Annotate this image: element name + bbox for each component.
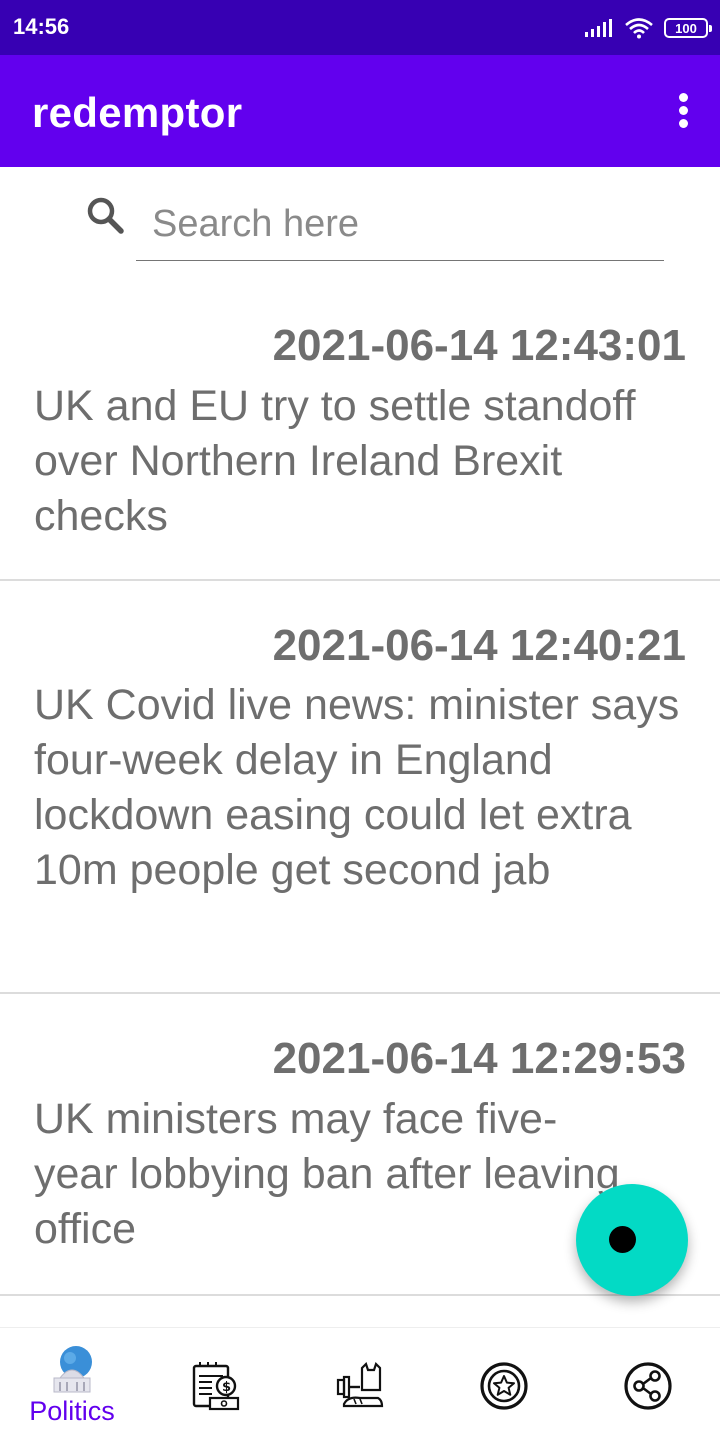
share-icon [624,1362,672,1410]
news-title: UK Covid live news: minister says four-w… [34,681,680,894]
list-item[interactable]: 2021-06-14 12:40:21 UK Covid live news: … [0,581,720,994]
nav-item-business[interactable]: $ [144,1328,288,1440]
status-bar: 14:56 100 [0,0,720,55]
nav-item-politics[interactable]: Politics [0,1328,144,1440]
news-title: UK ministers may face five-year lobbying… [34,1095,620,1253]
search-icon[interactable] [84,194,128,238]
fab-button[interactable] [576,1184,688,1296]
star-badge-icon [480,1362,528,1410]
app-bar: redemptor [0,55,720,167]
wifi-icon [625,18,653,39]
news-date: 2021-06-14 12:29:53 [272,1034,686,1083]
capitol-globe-icon [53,1346,92,1393]
nav-item-sports[interactable] [288,1328,432,1440]
business-newspaper-icon: $ [192,1362,240,1411]
battery-level: 100 [675,20,697,36]
battery-icon: 100 [664,18,712,38]
nav-item-favorites[interactable] [432,1328,576,1440]
signal-icon [585,19,612,37]
svg-text:$: $ [222,1380,231,1395]
nav-label-politics: Politics [29,1396,115,1426]
search-bar [0,167,720,277]
nav-item-share[interactable] [576,1328,720,1440]
app-title: redemptor [32,89,243,136]
bottom-nav: Politics $ [0,1327,720,1440]
sports-fitness-icon [336,1361,384,1408]
news-date: 2021-06-14 12:40:21 [272,621,686,670]
search-input[interactable] [136,189,664,261]
record-icon [609,1226,636,1253]
news-list: 2021-06-14 12:43:01 UK and EU try to set… [0,277,720,1327]
more-vert-icon[interactable] [674,91,694,131]
news-date: 2021-06-14 12:43:01 [272,321,686,370]
news-title: UK and EU try to settle standoff over No… [34,382,636,540]
status-time: 14:56 [13,14,70,39]
status-icons: 100 [584,14,712,42]
list-item[interactable]: 2021-06-14 12:43:01 UK and EU try to set… [0,277,720,581]
